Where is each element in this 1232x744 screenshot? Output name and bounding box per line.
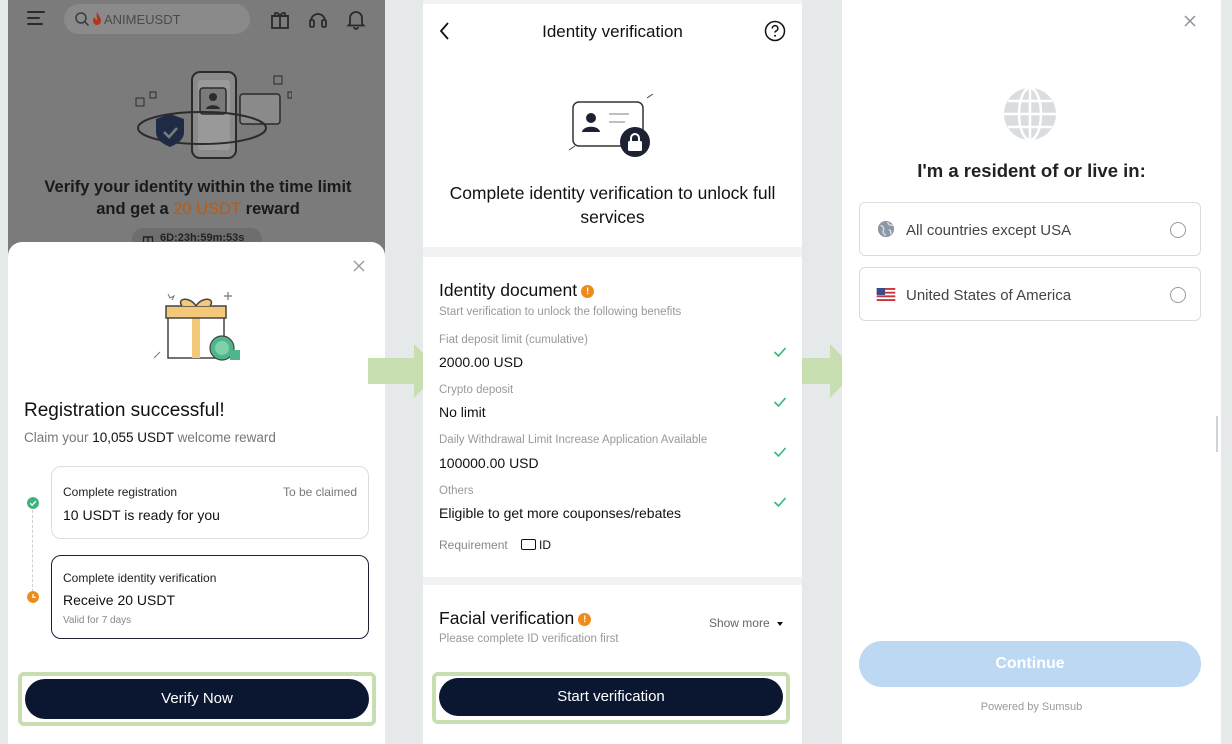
- benefit-value: 100000.00 USD: [439, 455, 539, 471]
- residency-screen: I'm a resident of or live in: All countr…: [842, 0, 1221, 744]
- identity-document-title: Identity document: [439, 280, 578, 300]
- benefit-value: Eligible to get more couponses/rebates: [439, 505, 682, 521]
- section-title: Identity document!: [439, 280, 595, 301]
- benefit-label: Crypto deposit: [439, 384, 514, 396]
- subtitle-prefix: Claim your: [24, 430, 93, 445]
- powered-by-label: Powered by Sumsub: [980, 701, 1083, 713]
- intro-section: Identity verification Complete identity …: [423, 4, 802, 247]
- section-subtitle: Please complete ID verification first: [439, 633, 619, 645]
- section-subtitle: Start verification to unlock the followi…: [439, 306, 682, 318]
- verify-now-button[interactable]: Verify Now: [25, 679, 369, 719]
- option-usa[interactable]: United States of America: [859, 267, 1201, 321]
- step-note: Valid for 7 days: [63, 615, 132, 626]
- residency-title: I'm a resident of or live in:: [917, 160, 1146, 181]
- headline: Verify your identity within the time lim…: [38, 176, 358, 220]
- radio-button[interactable]: [1170, 222, 1186, 238]
- subtitle-suffix: welcome reward: [173, 430, 276, 445]
- registration-screen: ANIMEUSDT Verify your identity within th…: [8, 0, 385, 744]
- step-value: 10 USDT is ready for you: [63, 507, 220, 523]
- bell-icon[interactable]: [345, 8, 367, 30]
- check-icon: [773, 347, 787, 358]
- help-icon[interactable]: [764, 20, 786, 42]
- search-icon: [75, 12, 90, 27]
- benefit-value: 2000.00 USD: [439, 354, 524, 370]
- option-all-countries[interactable]: All countries except USA: [859, 202, 1201, 256]
- check-icon: [773, 447, 787, 458]
- step-card-identity[interactable]: Complete identity verification Receive 2…: [51, 555, 369, 639]
- show-more-link[interactable]: Show more: [709, 616, 784, 630]
- requirement-row: Requirement ID: [439, 538, 551, 552]
- option-label: United States of America: [906, 287, 1072, 304]
- close-icon[interactable]: [1183, 14, 1197, 28]
- close-icon[interactable]: [351, 258, 367, 274]
- gift-icon[interactable]: [269, 8, 291, 30]
- step-title: Complete registration: [63, 485, 178, 499]
- requirement-text: ID: [539, 538, 552, 552]
- gift-box-illustration: [153, 292, 240, 361]
- option-label: All countries except USA: [906, 222, 1072, 239]
- radio-button[interactable]: [1170, 287, 1186, 303]
- page-title: Identity verification: [542, 22, 683, 41]
- benefit-label: Daily Withdrawal Limit Increase Applicat…: [439, 434, 708, 446]
- clock-icon: [27, 591, 39, 603]
- requirement-value: ID: [521, 538, 551, 552]
- us-flag-icon: [876, 288, 896, 301]
- fire-icon: [93, 12, 101, 25]
- scrollbar[interactable]: [1216, 416, 1218, 452]
- continue-button[interactable]: Continue: [859, 641, 1201, 687]
- step-title: Complete identity verification: [63, 571, 217, 585]
- globe-icon: [877, 220, 895, 238]
- welcome-reward-amount: 10,055 USDT: [92, 430, 174, 445]
- info-icon[interactable]: !: [581, 285, 595, 298]
- reward-amount: 20 USDT: [173, 200, 242, 218]
- info-icon[interactable]: !: [578, 613, 592, 626]
- menu-icon[interactable]: [25, 7, 47, 29]
- caret-down-icon: [777, 622, 783, 626]
- modal-subtitle: Claim your 10,055 USDT welcome reward: [24, 430, 276, 445]
- start-verification-button[interactable]: Start verification: [439, 678, 783, 716]
- show-more-label: Show more: [708, 616, 770, 630]
- check-icon: [773, 397, 787, 408]
- facial-verification-title: Facial verification: [439, 608, 575, 628]
- registration-modal: Registration successful! Claim your 10,0…: [8, 242, 385, 744]
- step-card-registration: Complete registration To be claimed 10 U…: [51, 466, 369, 539]
- id-verification-illustration: [135, 71, 292, 159]
- section-title: Facial verification!: [439, 608, 592, 629]
- headline-suffix: reward: [241, 200, 300, 218]
- globe-icon: [1004, 86, 1056, 142]
- identity-document-section: Identity document! Start verification to…: [423, 257, 802, 577]
- check-icon: [773, 497, 787, 508]
- step-connector: [32, 510, 33, 592]
- check-circle-icon: [27, 497, 39, 509]
- id-card-icon: [521, 539, 537, 550]
- intro-text: Complete identity verification to unlock…: [449, 183, 776, 227]
- search-input[interactable]: ANIMEUSDT: [64, 4, 250, 34]
- benefit-label: Fiat deposit limit (cumulative): [439, 334, 588, 346]
- benefit-label: Others: [439, 485, 474, 497]
- step-value: Receive 20 USDT: [63, 592, 176, 608]
- step-status: To be claimed: [282, 485, 357, 499]
- headset-icon[interactable]: [307, 8, 329, 30]
- identity-verification-screen: Identity verification Complete identity …: [423, 0, 802, 744]
- benefit-value: No limit: [439, 404, 486, 420]
- requirement-label: Requirement: [439, 538, 508, 552]
- search-text: ANIMEUSDT: [104, 12, 181, 27]
- modal-title: Registration successful!: [24, 400, 225, 421]
- id-card-lock-illustration: [568, 94, 654, 157]
